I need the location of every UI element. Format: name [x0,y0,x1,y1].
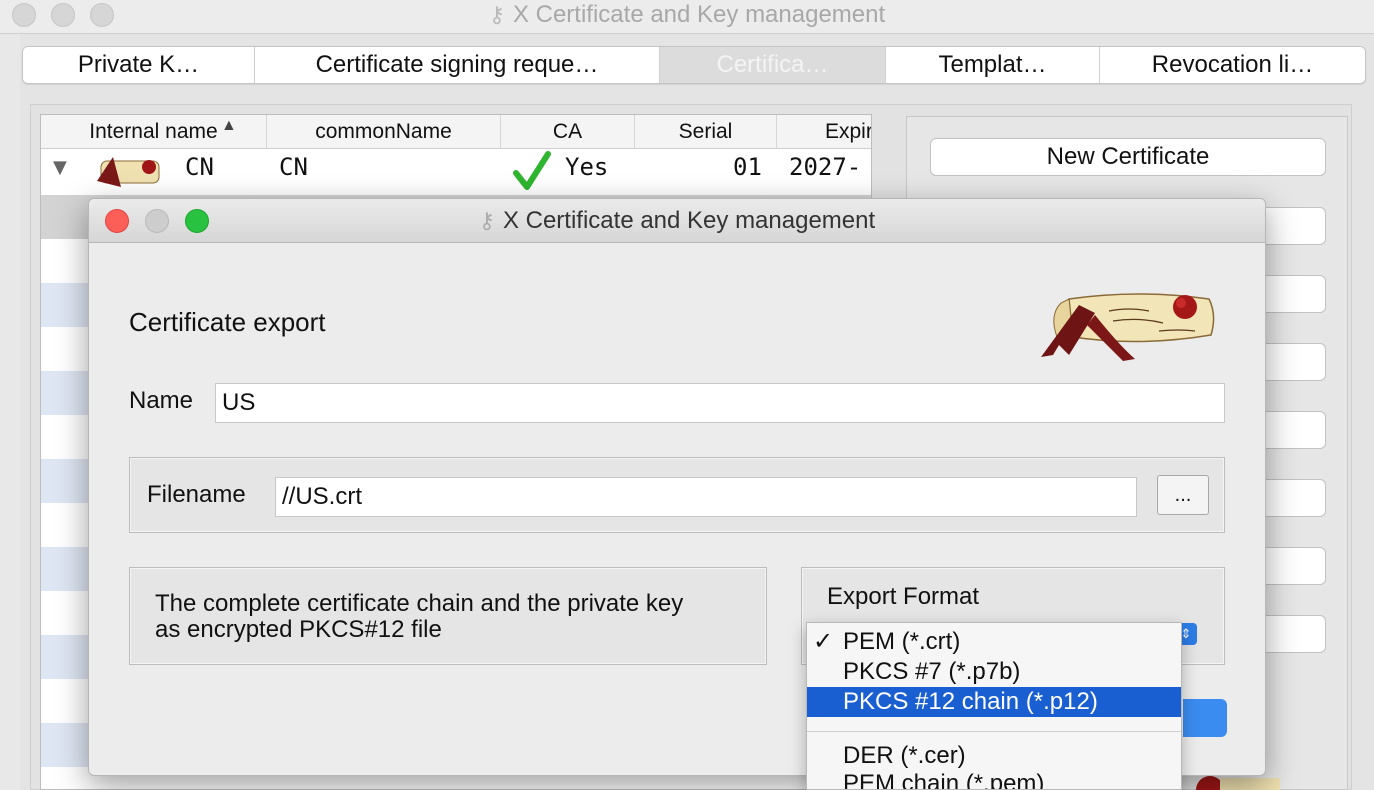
filename-input[interactable]: //US.crt [275,477,1137,517]
tab-revocation-lists[interactable]: Revocation li… [1100,47,1365,83]
filename-label: Filename [147,481,246,508]
menu-item-pkcs7[interactable]: PKCS #7 (*.p7b) [807,657,1181,687]
main-tabbar: Private K… Certificate signing reque… Ce… [22,46,1366,84]
main-window-title: ⚷ X Certificate and Key management [0,1,1374,29]
main-window-titlebar: ⚷ X Certificate and Key management [0,0,1374,34]
menu-item-der[interactable]: DER (*.cer) [807,741,1181,771]
certificate-scroll-logo [1041,293,1215,361]
row-serial: 01 [733,153,762,181]
tab-certificate-signing-requests[interactable]: Certificate signing reque… [255,47,660,83]
tab-templates[interactable]: Templat… [886,47,1100,83]
menu-item-pem[interactable]: ✓ PEM (*.crt) [807,627,1181,657]
list-header: Internal name ▲ commonName CA Serial Exp… [41,115,871,149]
column-header-ca[interactable]: CA [501,115,635,149]
row-ca: Yes [565,153,609,181]
ca-checkmark-icon [513,151,551,190]
browse-file-button[interactable]: ... [1157,475,1209,515]
export-format-dropdown-menu[interactable]: ✓ PEM (*.crt) PKCS #7 (*.p7b) PKCS #12 c… [806,622,1182,790]
tab-certificates[interactable]: Certifica… [660,47,886,83]
menu-item-pkcs12-chain[interactable]: PKCS #12 chain (*.p12) [807,687,1181,717]
sort-ascending-icon: ▲ [221,117,237,134]
dialog-title: ⚷ X Certificate and Key management [89,207,1265,235]
format-description-line: as encrypted PKCS#12 file [155,616,442,643]
app-key-icon: ⚷ [488,2,505,27]
table-row[interactable]: ▼ CN CN Yes 01 2027- [41,149,871,193]
name-input[interactable]: US [215,383,1225,423]
certificate-scroll-icon [97,157,160,187]
menu-item-pem-chain[interactable]: PEM chain (*.pem) [807,769,1181,789]
export-format-label: Export Format [827,583,980,610]
dialog-title-text: X Certificate and Key management [502,207,876,234]
checkmark-icon: ✓ [813,628,834,655]
row-internal-name: CN [185,153,214,181]
row-expiry: 2027- [789,153,862,181]
tab-private-keys[interactable]: Private K… [23,47,255,83]
dialog-heading: Certificate export [129,307,326,337]
column-header-expiry[interactable]: Expiry [777,115,871,149]
name-label: Name [129,387,194,414]
column-header-common-name[interactable]: commonName [267,115,501,149]
row-common-name: CN [279,153,308,181]
dialog-key-icon: ⚷ [478,208,495,233]
menu-separator [807,731,1181,732]
expand-triangle-icon[interactable]: ▼ [53,157,67,178]
main-window-title-text: X Certificate and Key management [512,1,886,28]
column-header-serial[interactable]: Serial [635,115,777,149]
ok-button[interactable] [1183,699,1227,737]
new-certificate-button[interactable]: New Certificate [930,138,1326,176]
format-description-line: The complete certificate chain and the p… [155,590,684,617]
menu-item-label: PEM (*.crt) [843,628,961,655]
format-description: The complete certificate chain and the p… [155,591,683,643]
dialog-titlebar: ⚷ X Certificate and Key management [89,199,1265,243]
